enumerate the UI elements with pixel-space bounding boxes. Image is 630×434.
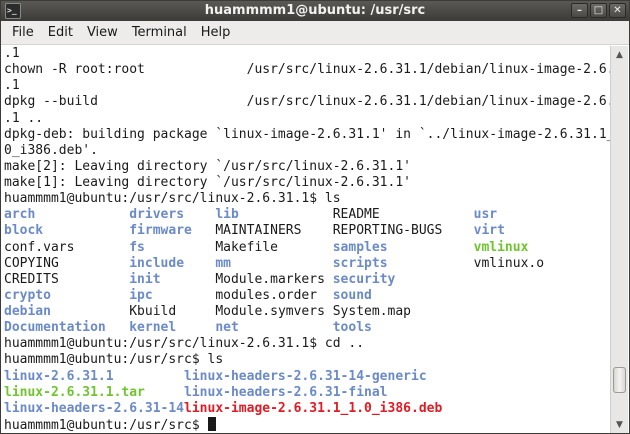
terminal-text: 0_i386.deb'. [4,142,98,158]
terminal-line: huammmm1@ubuntu:/usr/src$ [4,416,610,433]
terminal-text: Module.symvers [215,304,333,319]
window-title: huammmm1@ubuntu: /usr/src [204,3,426,18]
terminal-line: huammmm1@ubuntu:/usr/src$ ls [4,352,610,368]
terminal-text: .1 .. [4,110,44,126]
ls-entry-exec: linux-2.6.31.1.tar [4,384,185,400]
ls-entry-dir: samples [332,239,474,255]
terminal-text: huammmm1@ubuntu:/usr/src$ [4,417,208,433]
terminal-line: conf.vars fs Makefile samples vmlinux [4,240,610,256]
terminal-text: README [332,207,474,223]
terminal-line: Documentation kernel net tools [4,320,610,336]
terminal-text: CREDITS [4,271,130,287]
terminal-line: .1 [4,78,610,94]
ls-entry-dir: drivers [129,207,216,223]
terminal-text: Kbuild [129,304,216,319]
terminal-output[interactable]: .1 chown -R root:root /usr/src/linux-2.6.… [4,46,610,433]
ls-entry-dir: crypto [4,287,130,303]
vertical-scrollbar[interactable]: ▲ ▼ [610,46,628,433]
scroll-down-arrow-icon[interactable]: ▼ [613,418,626,432]
ls-entry-dir: sound [332,287,372,303]
terminal-line: make[2]: Leaving directory `/usr/src/lin… [4,159,610,175]
title-bar[interactable]: >_ huammmm1@ubuntu: /usr/src – □ ✕ [1,1,629,21]
terminal-text: .1 [4,78,20,94]
terminal-line: chown -R root:root /usr/src/linux-2.6.31… [4,62,610,78]
terminal-text: COPYING [4,255,130,271]
terminal-line: linux-2.6.31.1.tar linux-headers-2.6.31-… [4,385,610,401]
terminal-text: REPORTING-BUGS [332,223,474,239]
terminal-text: Module.markers [215,271,333,287]
ls-entry-dir: linux-headers-2.6.31-14 [4,400,185,416]
ls-entry-dir: security [332,271,396,287]
ls-entry-dir: mm [215,255,333,271]
ls-entry-dir: scripts [332,255,474,271]
terminal-line: crypto ipc modules.order sound [4,288,610,304]
text-cursor [207,416,216,431]
terminal-text: conf.vars [4,239,130,255]
terminal-line: block firmware MAINTAINERS REPORTING-BUG… [4,223,610,239]
ls-entry-dir: fs [129,239,216,255]
ls-entry-dir: arch [4,207,130,223]
ls-entry-exec: vmlinux [473,239,529,255]
menu-help[interactable]: Help [194,22,238,44]
terminal-line: dpkg --build /usr/src/linux-2.6.31.1/deb… [4,94,610,110]
ls-entry-dir: Documentation [4,320,130,336]
terminal-text: chown -R root:root /usr/src/linux-2.6.31… [4,62,610,78]
terminal-text: dpkg-deb: building package `linux-image-… [4,126,610,142]
close-button[interactable]: ✕ [609,3,626,18]
menu-bar: File Edit View Terminal Help [1,21,629,45]
ls-entry-dir: net [215,320,333,336]
maximize-button[interactable]: □ [590,3,607,18]
ls-entry-dir: ipc [129,287,216,303]
menu-file[interactable]: File [5,22,41,44]
terminal-line: .1 .. [4,111,610,127]
ls-entry-dir: firmware [129,223,216,239]
ls-entry-dir: linux-2.6.31.1 [4,368,185,384]
terminal-line: 0_i386.deb'. [4,143,610,159]
terminal-text: make[2]: Leaving directory `/usr/src/lin… [4,158,411,174]
terminal-line: make[1]: Leaving directory `/usr/src/lin… [4,175,610,191]
ls-entry-dir: usr [473,207,498,223]
terminal-text: make[1]: Leaving directory `/usr/src/lin… [4,175,411,190]
minimize-button[interactable]: – [571,3,588,18]
terminal-window: >_ huammmm1@ubuntu: /usr/src – □ ✕ File … [0,0,630,434]
terminal-text: MAINTAINERS [215,223,333,239]
terminal-line: huammmm1@ubuntu:/usr/src/linux-2.6.31.1$… [4,336,610,352]
scrollbar-thumb[interactable] [613,367,626,393]
terminal-line: .1 [4,46,610,62]
terminal-line: linux-2.6.31.1 linux-headers-2.6.31-14-g… [4,369,610,385]
terminal-line: CREDITS init Module.markers security [4,272,610,288]
ls-entry-dir: debian [4,304,130,319]
window-controls: – □ ✕ [571,3,626,18]
ls-entry-dir: include [129,255,216,271]
terminal-line: linux-headers-2.6.31-14linux-image-2.6.3… [4,401,610,417]
ls-entry-dir: kernel [129,320,216,336]
terminal-text: .1 [4,46,20,61]
terminal-text: huammmm1@ubuntu:/usr/src$ ls [4,352,224,368]
menu-terminal[interactable]: Terminal [125,22,194,44]
terminal-line: debian Kbuild Module.symvers System.map [4,304,610,320]
terminal-text: dpkg --build /usr/src/linux-2.6.31.1/deb… [4,94,610,110]
ls-entry-dir: linux-headers-2.6.31-final [184,384,388,400]
menu-view[interactable]: View [80,22,125,44]
terminal-line: huammmm1@ubuntu:/usr/src/linux-2.6.31.1$… [4,191,610,207]
terminal-text: huammmm1@ubuntu:/usr/src/linux-2.6.31.1$… [4,336,365,352]
ls-entry-dir: virt [473,223,505,239]
terminal-text: vmlinux.o [473,255,545,271]
terminal-app-icon[interactable]: >_ [5,3,21,19]
terminal-line: COPYING include mm scripts vmlinux.o [4,256,610,272]
ls-entry-dir: linux-headers-2.6.31-14-generic [184,368,427,384]
ls-entry-dir: init [129,271,216,287]
terminal-text: modules.order [215,287,333,303]
terminal-text: huammmm1@ubuntu:/usr/src/linux-2.6.31.1$… [4,191,341,207]
scroll-up-arrow-icon[interactable]: ▲ [613,48,626,62]
ls-entry-dir: tools [332,320,372,336]
terminal-text: Makefile [215,239,333,255]
terminal-text: System.map [332,304,412,319]
menu-edit[interactable]: Edit [41,22,80,44]
terminal-line: arch drivers lib README usr [4,207,610,223]
terminal-line: dpkg-deb: building package `linux-image-… [4,127,610,143]
ls-entry-dir: block [4,223,130,239]
ls-entry-dir: lib [215,207,333,223]
ls-entry-arch: linux-image-2.6.31.1_1.0_i386.deb [184,400,443,416]
